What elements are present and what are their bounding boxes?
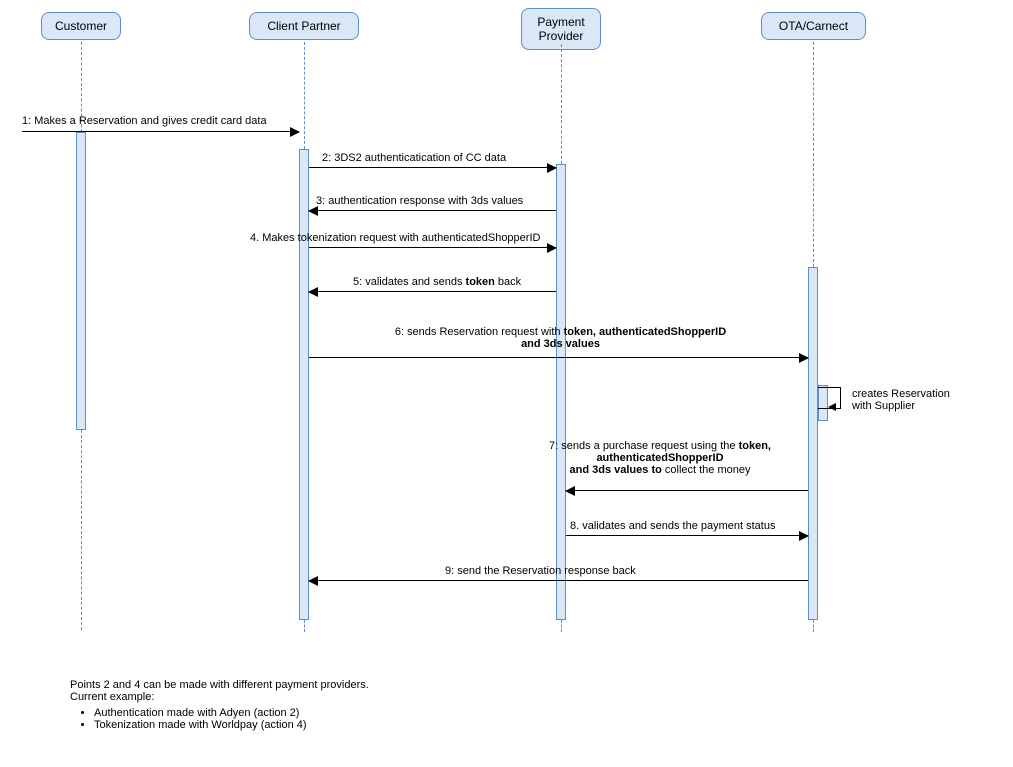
msg8-label: 8. validates and sends the payment statu… <box>570 520 775 532</box>
self-loop-arrowhead <box>828 403 836 411</box>
lifeline-ota-carnect <box>813 620 814 632</box>
msg6-label: 6: sends Reservation request with token,… <box>313 326 808 350</box>
msg6-bold-b: token, authenticatedShopperID <box>564 326 727 338</box>
activation-customer <box>76 132 86 430</box>
participant-customer: Customer <box>41 12 121 40</box>
msg9-arrow <box>309 580 808 581</box>
msg2-arrow <box>309 167 556 168</box>
msg5-text-c: back <box>495 276 521 288</box>
self-msg-b: with Supplier <box>852 400 915 412</box>
msg4-arrow <box>309 247 556 248</box>
msg7-c: authenticatedShopperID <box>596 452 723 464</box>
msg4-label: 4. Makes tokenization request with authe… <box>250 232 540 244</box>
footer-li2: Tokenization made with Worldpay (action … <box>94 719 369 731</box>
msg7-a: 7: sends a purchase request using the <box>549 440 739 452</box>
msg1-arrow <box>22 131 299 132</box>
msg9-label: 9: send the Reservation response back <box>445 565 636 577</box>
lifeline-customer <box>81 430 82 630</box>
msg5-token: token <box>466 276 495 288</box>
msg7-d: and 3ds values to <box>570 464 662 476</box>
self-msg-a: creates Reservation <box>852 388 950 400</box>
msg6-text-a: 6: sends Reservation request with <box>395 326 564 338</box>
participant-client-partner: Client Partner <box>249 12 359 40</box>
msg1-label: 1: Makes a Reservation and gives credit … <box>22 115 267 127</box>
msg7-label: 7: sends a purchase request using the to… <box>510 440 810 476</box>
msg6-arrow <box>309 357 808 358</box>
msg7-e: collect the money <box>662 464 751 476</box>
msg2-label: 2: 3DS2 authenticatication of CC data <box>322 152 506 164</box>
activation-payment-provider <box>556 164 566 620</box>
msg7-b: token, <box>739 440 771 452</box>
lifeline-payment-provider <box>561 44 562 164</box>
self-msg-label: creates Reservationwith Supplier <box>852 388 950 412</box>
participant-ota-carnect: OTA/Carnect <box>761 12 866 40</box>
footer-intro: Points 2 and 4 can be made with differen… <box>70 679 369 703</box>
msg3-label: 3: authentication response with 3ds valu… <box>316 195 523 207</box>
msg5-text-a: 5: validates and sends <box>353 276 466 288</box>
msg8-arrow <box>566 535 808 536</box>
lifeline-payment-provider <box>561 620 562 632</box>
msg3-arrow <box>309 210 556 211</box>
msg5-label: 5: validates and sends token back <box>353 276 521 288</box>
msg5-arrow <box>309 291 556 292</box>
msg6-bold-c: and 3ds values <box>521 338 600 350</box>
footer-li1: Authentication made with Adyen (action 2… <box>94 707 369 719</box>
lifeline-client-partner <box>304 42 305 149</box>
footer-notes: Points 2 and 4 can be made with differen… <box>70 679 369 731</box>
activation-client-partner <box>299 149 309 620</box>
lifeline-ota-carnect <box>813 42 814 267</box>
lifeline-client-partner <box>304 620 305 632</box>
msg7-arrow <box>566 490 808 491</box>
